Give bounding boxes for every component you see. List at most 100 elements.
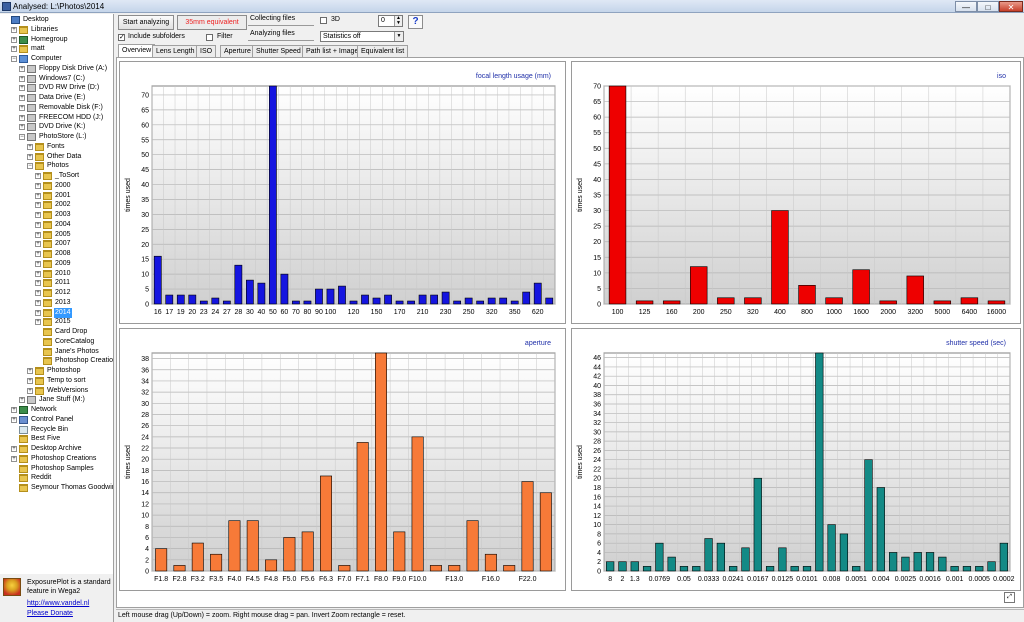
start-analyzing-button[interactable]: Start analyzing <box>118 15 174 30</box>
expand-icon[interactable]: + <box>35 280 41 287</box>
bar[interactable] <box>246 279 254 305</box>
bar[interactable] <box>374 352 387 572</box>
bar[interactable] <box>679 566 689 572</box>
tab-lens-length[interactable]: Lens Length <box>152 45 199 57</box>
aperture-chart[interactable]: 0 2 4 6 8 10 12 14 16 18 20 22 24 26 28 30 32 34 36 38 F1.8 F… <box>119 328 566 591</box>
bar[interactable] <box>987 561 996 572</box>
tree-node-label[interactable]: 2013 <box>54 298 72 308</box>
bar[interactable] <box>635 300 654 305</box>
tree-node-label[interactable]: CoreCatalog <box>54 337 95 347</box>
tree-node-label[interactable]: Windows7 (C:) <box>38 74 86 84</box>
bar[interactable] <box>338 565 351 572</box>
tree-node-label[interactable]: 2014 <box>54 307 72 318</box>
bar[interactable] <box>864 459 873 572</box>
tab-aperture[interactable]: Aperture <box>220 45 255 57</box>
maximize-button[interactable]: □ <box>977 1 999 12</box>
tree-node-label[interactable]: 2003 <box>54 210 72 220</box>
tree-node-label[interactable]: Seymour Thomas Goodwin <box>30 483 113 493</box>
expand-icon[interactable]: + <box>35 221 41 228</box>
bar[interactable] <box>441 291 450 305</box>
bar[interactable] <box>662 300 681 305</box>
expand-icon[interactable]: + <box>19 75 25 82</box>
bar[interactable] <box>717 297 735 305</box>
bar[interactable] <box>188 294 197 305</box>
tree-node-label[interactable]: Network <box>30 405 58 415</box>
bar[interactable] <box>448 565 461 572</box>
bar[interactable] <box>778 547 787 572</box>
tree-node-label[interactable]: Photoshop Creations <box>54 356 113 366</box>
bar[interactable] <box>938 556 947 572</box>
tree-node-label[interactable]: WebVersions <box>46 386 89 396</box>
tree-node-label[interactable]: Photoshop Creations <box>30 454 97 464</box>
expand-icon[interactable]: + <box>35 299 41 306</box>
bar[interactable] <box>655 542 664 572</box>
tab-iso[interactable]: ISO <box>196 45 217 57</box>
tree-node-label[interactable]: FREECOM HDD (J:) <box>38 113 104 123</box>
bar[interactable] <box>165 294 174 305</box>
donate-link[interactable]: Please Donate <box>27 610 73 617</box>
bar[interactable] <box>487 297 496 305</box>
bar[interactable] <box>234 264 243 305</box>
minimize-button[interactable]: — <box>955 1 977 12</box>
tree-node-label[interactable]: 2008 <box>54 249 72 259</box>
bar[interactable] <box>798 285 816 305</box>
tree-node-label[interactable]: 2009 <box>54 259 72 269</box>
bar[interactable] <box>999 542 1008 572</box>
bar[interactable] <box>521 481 534 572</box>
bar[interactable] <box>765 566 775 572</box>
website-link[interactable]: http://www.vandel.nl <box>27 600 89 607</box>
expand-icon[interactable]: + <box>35 202 41 209</box>
bar[interactable] <box>222 300 231 305</box>
tree-node-label[interactable]: Homegroup <box>30 35 69 45</box>
expand-icon[interactable]: + <box>35 309 41 316</box>
expand-icon[interactable]: + <box>11 46 17 53</box>
tree-node-label[interactable]: Card Drop <box>54 327 88 337</box>
tree-node-label[interactable]: 2011 <box>54 278 71 288</box>
bar[interactable] <box>545 297 554 305</box>
bar[interactable] <box>211 297 220 305</box>
bar[interactable] <box>729 566 738 572</box>
expand-icon[interactable]: + <box>19 104 25 111</box>
bar[interactable] <box>418 294 427 305</box>
bar[interactable] <box>827 524 836 572</box>
bar[interactable] <box>429 565 442 572</box>
bar[interactable] <box>667 556 676 572</box>
expand-icon[interactable]: + <box>27 153 33 160</box>
expand-icon[interactable]: + <box>35 231 41 238</box>
bar[interactable] <box>228 520 241 572</box>
tree-node-label[interactable]: Photoshop <box>46 366 81 376</box>
tree-node-label[interactable]: Data Drive (E:) <box>38 93 86 103</box>
bar[interactable] <box>372 297 381 305</box>
expand-icon[interactable]: + <box>11 416 17 423</box>
bar[interactable] <box>608 85 627 305</box>
bar[interactable] <box>744 297 762 305</box>
bar[interactable] <box>326 288 335 305</box>
bar[interactable] <box>430 294 438 305</box>
bar[interactable] <box>411 436 424 572</box>
include-subfolders-checkbox[interactable]: ✓ <box>118 34 125 41</box>
bar[interactable] <box>283 537 296 572</box>
bar[interactable] <box>499 297 508 305</box>
bar[interactable] <box>510 300 519 305</box>
tree-node-label[interactable]: Temp to sort <box>46 376 87 386</box>
bar[interactable] <box>199 300 208 305</box>
bar[interactable] <box>802 566 812 572</box>
bar[interactable] <box>889 552 898 572</box>
tree-node-label[interactable]: Computer <box>30 54 63 64</box>
tab-path-list-image[interactable]: Path list + Image <box>302 45 363 57</box>
3d-checkbox[interactable] <box>320 17 327 24</box>
bar[interactable] <box>539 492 552 572</box>
expand-icon[interactable]: + <box>35 251 41 257</box>
expand-icon[interactable]: + <box>11 36 17 43</box>
tree-node-label[interactable]: DVD RW Drive (D:) <box>38 83 100 93</box>
expand-icon[interactable]: + <box>27 377 33 384</box>
spinner-arrows-icon[interactable]: ▲ ▼ <box>394 16 402 26</box>
expand-icon[interactable]: + <box>35 192 41 199</box>
expand-icon[interactable]: + <box>19 124 25 131</box>
bar[interactable] <box>960 297 979 305</box>
tree-node-label[interactable]: Photoshop Samples <box>30 464 95 474</box>
bar[interactable] <box>384 294 392 305</box>
tree-node-label[interactable]: Jane's Photos <box>54 347 100 357</box>
chevron-down-icon[interactable]: ▼ <box>394 32 403 41</box>
tree-node-label[interactable]: Libraries <box>30 25 59 35</box>
